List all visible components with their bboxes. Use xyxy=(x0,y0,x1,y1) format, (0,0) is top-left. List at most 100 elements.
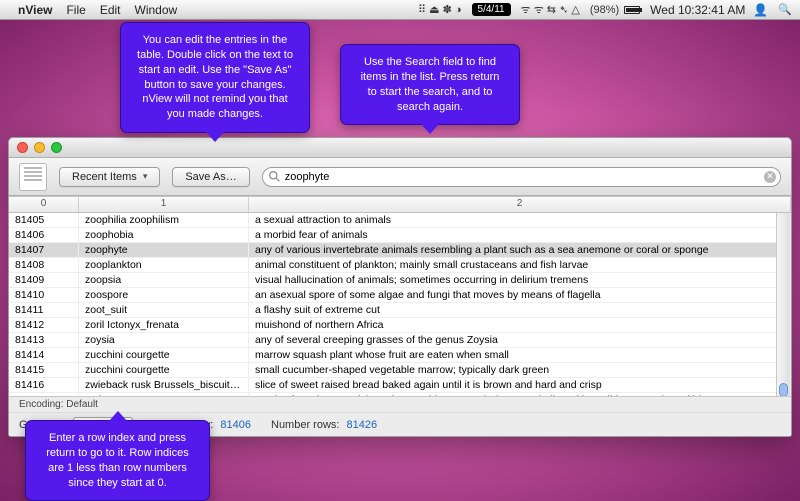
table-row[interactable]: 81417zydecomusic of southern Louisiana t… xyxy=(9,393,791,396)
current-row-value: 81406 xyxy=(220,419,251,431)
table-cell[interactable]: 81408 xyxy=(9,258,79,272)
col-2[interactable]: 2 xyxy=(249,197,791,212)
table-cell[interactable]: 81405 xyxy=(9,213,79,227)
search-input[interactable] xyxy=(262,167,781,187)
table-row[interactable]: 81414zucchini courgettemarrow squash pla… xyxy=(9,348,791,363)
search-icon xyxy=(268,170,281,183)
spotlight-icon[interactable]: 🔍 xyxy=(778,3,792,16)
save-as-label: Save As… xyxy=(185,171,236,183)
close-icon[interactable] xyxy=(17,142,28,153)
table-cell[interactable]: zoophyte xyxy=(79,243,249,257)
table-cell[interactable]: 81414 xyxy=(9,348,79,362)
date-pill: 5/4/11 xyxy=(472,3,511,16)
table-cell[interactable]: a flashy suit of extreme cut xyxy=(249,303,791,317)
table-cell[interactable]: small cucumber-shaped vegetable marrow; … xyxy=(249,363,791,377)
table-cell[interactable]: 81411 xyxy=(9,303,79,317)
encoding-value: Default xyxy=(66,399,98,410)
table-cell[interactable]: 81410 xyxy=(9,288,79,302)
table-cell[interactable]: any of several creeping grasses of the g… xyxy=(249,333,791,347)
table-cell[interactable]: an asexual spore of some algae and fungi… xyxy=(249,288,791,302)
table-cell[interactable]: zooplankton xyxy=(79,258,249,272)
table-cell[interactable]: music of southern Louisiana that combine… xyxy=(249,393,791,396)
table-cell[interactable]: zwieback rusk Brussels_biscuit twice-ba… xyxy=(79,378,249,392)
table-cell[interactable]: zoophobia xyxy=(79,228,249,242)
vertical-scrollbar[interactable] xyxy=(776,213,790,396)
table-cell[interactable]: zoot_suit xyxy=(79,303,249,317)
table-row[interactable]: 81412zoril Ictonyx_frenatamuishond of no… xyxy=(9,318,791,333)
minimize-icon[interactable] xyxy=(34,142,45,153)
table-row[interactable]: 81410zoosporean asexual spore of some al… xyxy=(9,288,791,303)
encoding-bar: Encoding: Default xyxy=(9,396,791,412)
table-cell[interactable]: zoophilia zoophilism xyxy=(79,213,249,227)
total-rows-label: Number rows: xyxy=(271,419,339,431)
document-icon[interactable] xyxy=(19,163,47,191)
save-as-button[interactable]: Save As… xyxy=(172,167,249,187)
callout-edit-help: You can edit the entries in the table. D… xyxy=(120,22,310,133)
search-field-wrap: ✕ xyxy=(262,167,781,187)
menu-app[interactable]: nView xyxy=(18,3,52,17)
titlebar xyxy=(9,138,791,158)
table-cell[interactable]: zoril Ictonyx_frenata xyxy=(79,318,249,332)
table-cell[interactable]: 81413 xyxy=(9,333,79,347)
zoom-icon[interactable] xyxy=(51,142,62,153)
col-0[interactable]: 0 xyxy=(9,197,79,212)
table-cell[interactable]: zydeco xyxy=(79,393,249,396)
table-row[interactable]: 81406zoophobiaa morbid fear of animals xyxy=(9,228,791,243)
table-row[interactable]: 81413zoysiaany of several creeping grass… xyxy=(9,333,791,348)
table-row[interactable]: 81411zoot_suita flashy suit of extreme c… xyxy=(9,303,791,318)
menu-edit[interactable]: Edit xyxy=(100,3,121,17)
menu-window[interactable]: Window xyxy=(135,3,178,17)
battery-pct: (98%) xyxy=(590,4,619,16)
callout-search-text: Use the Search field to find items in th… xyxy=(361,56,500,113)
callout-edit-text: You can edit the entries in the table. D… xyxy=(137,34,293,120)
table-cell[interactable]: any of various invertebrate animals rese… xyxy=(249,243,791,257)
callout-goto-help: Enter a row index and press return to go… xyxy=(25,420,210,501)
battery-status: (98%) xyxy=(590,4,640,16)
total-rows-value: 81426 xyxy=(347,419,378,431)
col-1[interactable]: 1 xyxy=(79,197,249,212)
menubar-clock: Wed 10:32:41 AM xyxy=(650,3,745,17)
table-cell[interactable]: slice of sweet raised bread baked again … xyxy=(249,378,791,392)
recent-items-label: Recent Items xyxy=(72,171,137,183)
clear-search-icon[interactable]: ✕ xyxy=(764,171,776,183)
table-body: 81405zoophilia zoophilisma sexual attrac… xyxy=(9,213,791,396)
table-cell[interactable]: zoysia xyxy=(79,333,249,347)
table-cell[interactable]: zucchini courgette xyxy=(79,363,249,377)
status-icons-2: ᯤ ᯤ ⇆ ➴ △ xyxy=(521,2,580,17)
callout-goto-text: Enter a row index and press return to go… xyxy=(46,432,188,489)
battery-icon xyxy=(624,6,640,14)
encoding-label: Encoding: xyxy=(19,399,66,410)
callout-search-help: Use the Search field to find items in th… xyxy=(340,44,520,125)
table-cell[interactable]: a morbid fear of animals xyxy=(249,228,791,242)
menu-file[interactable]: File xyxy=(66,3,85,17)
status-icons: ⠿ ⏏ ✽ ◑ xyxy=(418,3,461,16)
table-cell[interactable]: zoopsia xyxy=(79,273,249,287)
table-cell[interactable]: animal constituent of plankton; mainly s… xyxy=(249,258,791,272)
table-header: 0 1 2 xyxy=(9,197,791,213)
table-cell[interactable]: 81415 xyxy=(9,363,79,377)
table-cell[interactable]: zucchini courgette xyxy=(79,348,249,362)
table-row[interactable]: 81407zoophyteany of various invertebrate… xyxy=(9,243,791,258)
table-cell[interactable]: a sexual attraction to animals xyxy=(249,213,791,227)
table-cell[interactable]: zoospore xyxy=(79,288,249,302)
table-cell[interactable]: 81407 xyxy=(9,243,79,257)
table-cell[interactable]: 81417 xyxy=(9,393,79,396)
table-cell[interactable]: 81406 xyxy=(9,228,79,242)
table-row[interactable]: 81415zucchini courgettesmall cucumber-sh… xyxy=(9,363,791,378)
table-cell[interactable]: 81416 xyxy=(9,378,79,392)
table-cell[interactable]: 81412 xyxy=(9,318,79,332)
recent-items-dropdown[interactable]: Recent Items xyxy=(59,167,160,187)
table-cell[interactable]: marrow squash plant whose fruit are eate… xyxy=(249,348,791,362)
table-row[interactable]: 81409zoopsiavisual hallucination of anim… xyxy=(9,273,791,288)
app-window: Recent Items Save As… ✕ 0 1 2 81405zooph… xyxy=(8,137,792,437)
table-cell[interactable]: muishond of northern Africa xyxy=(249,318,791,332)
data-table: 0 1 2 81405zoophilia zoophilisma sexual … xyxy=(9,196,791,396)
scrollbar-thumb[interactable] xyxy=(779,383,788,396)
table-row[interactable]: 81408zooplanktonanimal constituent of pl… xyxy=(9,258,791,273)
table-row[interactable]: 81416zwieback rusk Brussels_biscuit twic… xyxy=(9,378,791,393)
mac-menubar: nView File Edit Window ⠿ ⏏ ✽ ◑ 5/4/11 ᯤ … xyxy=(0,0,800,20)
table-cell[interactable]: 81409 xyxy=(9,273,79,287)
table-cell[interactable]: visual hallucination of animals; sometim… xyxy=(249,273,791,287)
table-row[interactable]: 81405zoophilia zoophilisma sexual attrac… xyxy=(9,213,791,228)
user-icon[interactable]: 👤 xyxy=(753,3,768,17)
